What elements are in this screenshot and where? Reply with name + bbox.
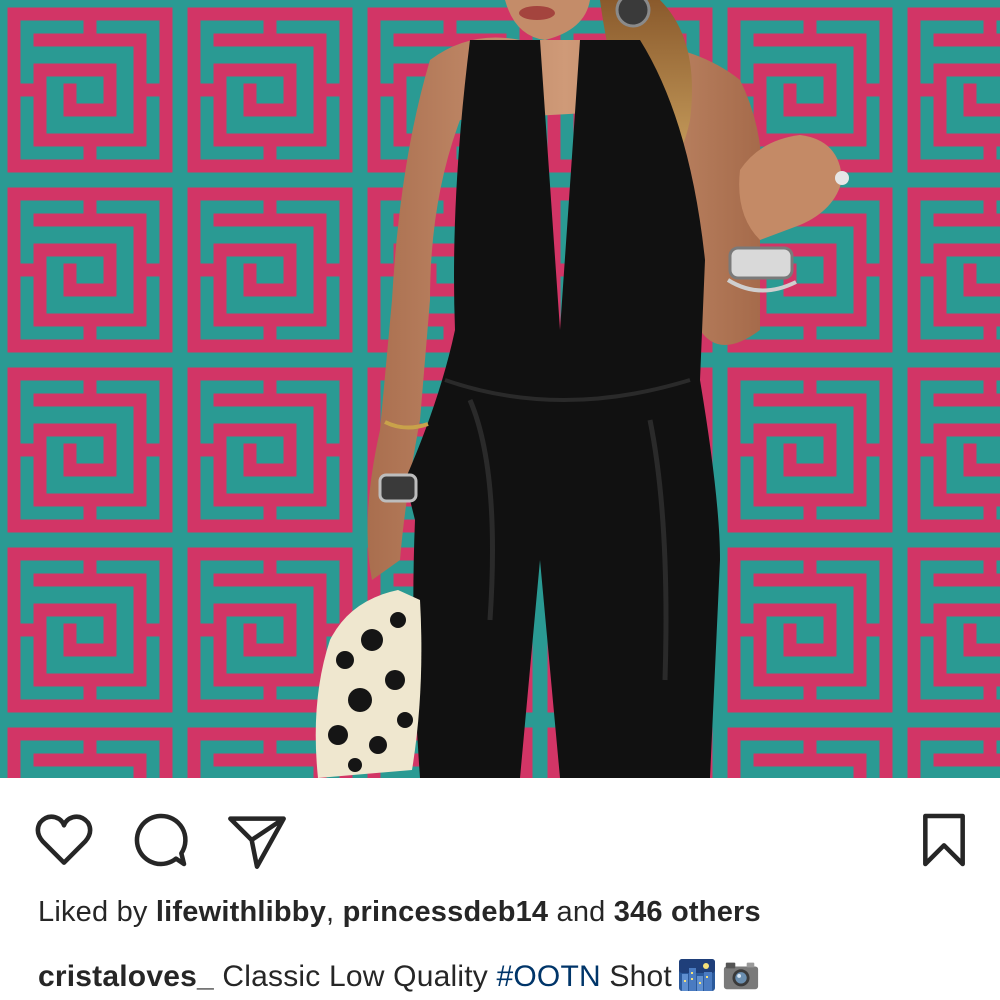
likes-summary: Liked by lifewithlibby, princessdeb14 an… <box>38 896 761 929</box>
heart-icon <box>35 814 93 865</box>
likes-prefix: Liked by <box>38 896 156 928</box>
photo-scene <box>0 0 1000 778</box>
liker-username-2[interactable]: princessdeb14 <box>343 896 549 928</box>
post-caption: cristaloves_ Classic Low Quality #OOTN S… <box>38 958 760 994</box>
liker-username-1[interactable]: lifewithlibby <box>156 896 326 928</box>
save-button[interactable] <box>912 808 976 872</box>
likes-and: and <box>548 896 614 928</box>
like-button[interactable] <box>32 808 96 872</box>
night-city-emoji <box>678 959 715 991</box>
bookmark-icon <box>923 813 965 867</box>
share-button[interactable] <box>225 808 289 872</box>
comment-button[interactable] <box>128 808 192 872</box>
camera-emoji <box>723 962 759 990</box>
caption-text-after: Shot <box>600 960 672 993</box>
post-action-bar <box>0 778 1000 888</box>
post-photo[interactable] <box>0 0 1000 778</box>
caption-text-before: Classic Low Quality <box>213 960 497 993</box>
likes-separator: , <box>326 896 343 928</box>
comment-icon <box>134 813 188 867</box>
caption-username[interactable]: cristaloves_ <box>38 960 214 993</box>
share-icon <box>228 816 286 869</box>
likes-others-link[interactable]: 346 others <box>614 896 761 928</box>
caption-hashtag[interactable]: #OOTN <box>496 960 600 993</box>
